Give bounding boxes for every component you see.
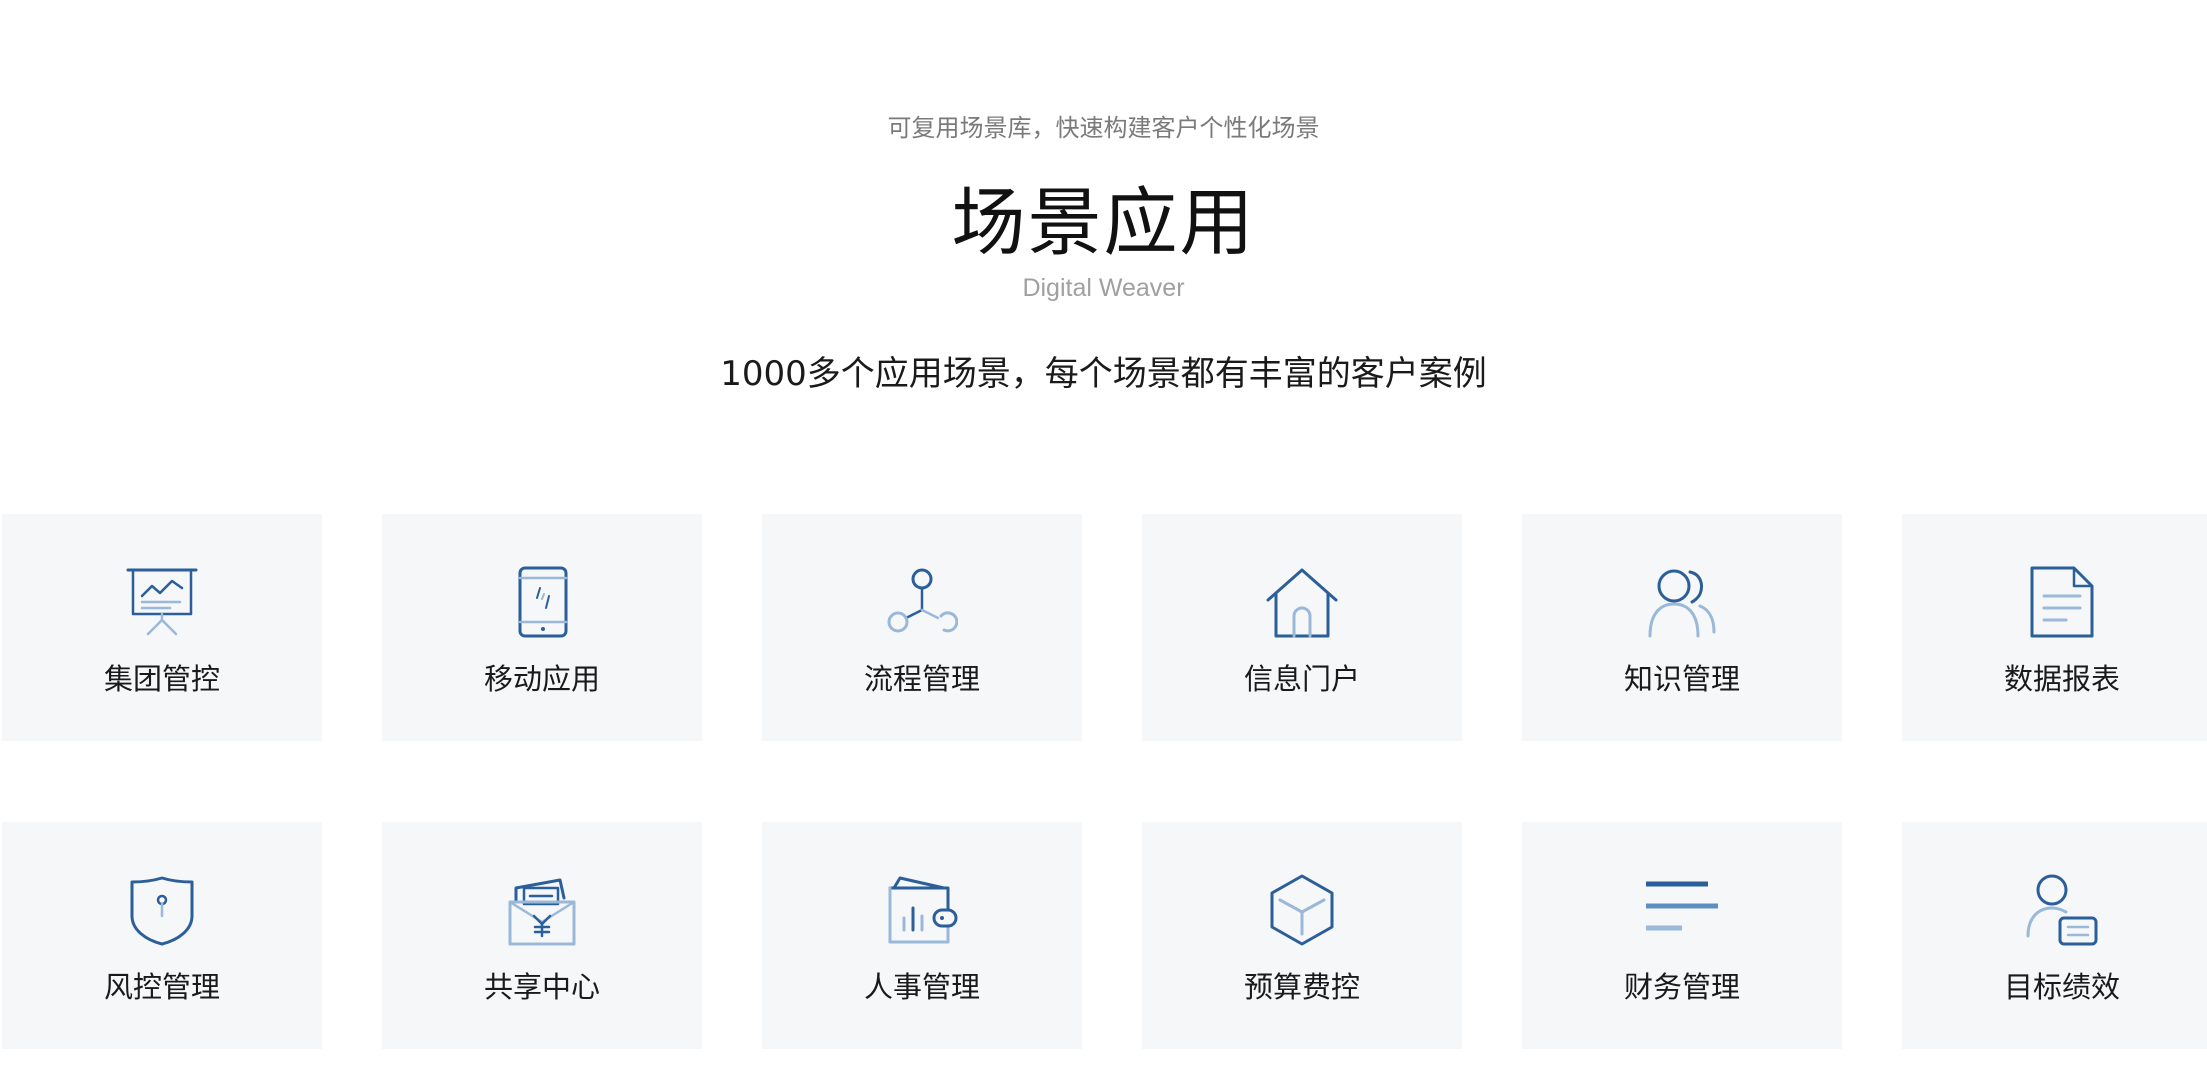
shield-icon — [126, 874, 198, 946]
scene-card-knowledge-management[interactable]: 知识管理 — [1522, 514, 1842, 741]
scene-card-label: 共享中心 — [483, 970, 600, 1004]
scene-card-goal-performance[interactable]: 目标绩效 — [1902, 822, 2207, 1049]
section-eyebrow: 可复用场景库，快速构建客户个性化场景 — [887, 114, 1320, 142]
user-card-icon — [2026, 874, 2098, 946]
scene-card-process-management[interactable]: 流程管理 — [762, 514, 1082, 741]
scene-card-label: 集团管控 — [103, 662, 220, 696]
process-nodes-icon — [886, 566, 958, 638]
scene-card-finance-management[interactable]: 财务管理 — [1522, 822, 1842, 1049]
scene-card-label: 预算费控 — [1243, 970, 1360, 1004]
cube-icon — [1266, 874, 1338, 946]
scene-card-risk-control[interactable]: 风控管理 — [2, 822, 322, 1049]
scene-card-shared-center[interactable]: 共享中心 — [382, 822, 702, 1049]
envelope-yuan-icon — [506, 874, 578, 946]
scene-card-label: 移动应用 — [483, 662, 600, 696]
document-icon — [2026, 566, 2098, 638]
scene-card-mobile-app[interactable]: 移动应用 — [382, 514, 702, 741]
scene-card-hr-management[interactable]: 人事管理 — [762, 822, 1082, 1049]
scene-card-info-portal[interactable]: 信息门户 — [1142, 514, 1462, 741]
section-title: 场景应用 — [951, 180, 1256, 266]
scene-card-label: 知识管理 — [1623, 662, 1740, 696]
scene-card-label: 人事管理 — [863, 970, 980, 1004]
text-lines-icon — [1646, 874, 1718, 946]
scene-card-label: 风控管理 — [103, 970, 220, 1004]
scene-card-label: 财务管理 — [1623, 970, 1740, 1004]
presentation-board-icon — [126, 566, 198, 638]
section-tagline: 1000多个应用场景，每个场景都有丰富的客户案例 — [720, 354, 1487, 394]
section-subtitle-en: Digital Weaver — [1022, 274, 1185, 302]
scene-card-label: 流程管理 — [863, 662, 980, 696]
scene-card-group-control[interactable]: 集团管控 — [2, 514, 322, 741]
scene-card-label: 数据报表 — [2003, 662, 2120, 696]
scene-card-budget-control[interactable]: 预算费控 — [1142, 822, 1462, 1049]
scene-card-data-reports[interactable]: 数据报表 — [1902, 514, 2207, 741]
wallet-icon — [886, 874, 958, 946]
users-icon — [1646, 566, 1718, 638]
mobile-phone-icon — [506, 566, 578, 638]
scene-card-label: 目标绩效 — [2003, 970, 2120, 1004]
scene-card-label: 信息门户 — [1243, 662, 1360, 696]
house-icon — [1266, 566, 1338, 638]
